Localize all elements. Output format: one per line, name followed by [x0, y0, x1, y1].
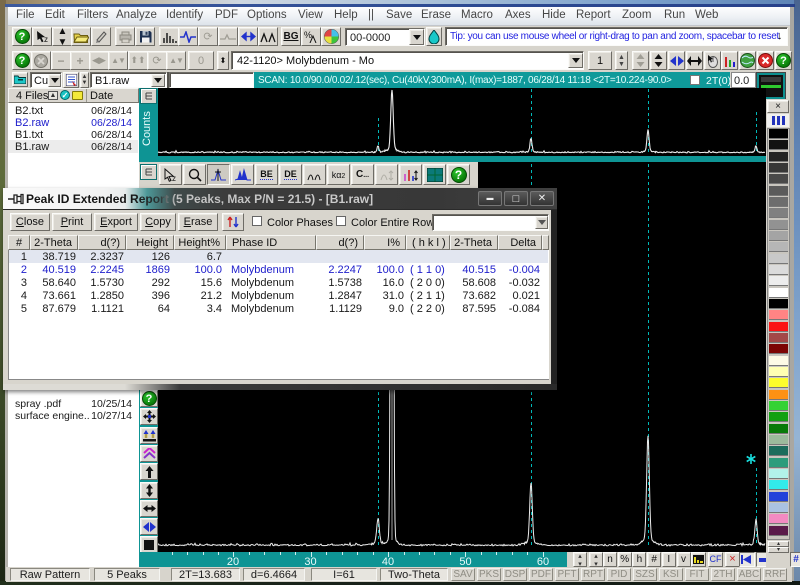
svg-text:z: z [172, 174, 176, 182]
